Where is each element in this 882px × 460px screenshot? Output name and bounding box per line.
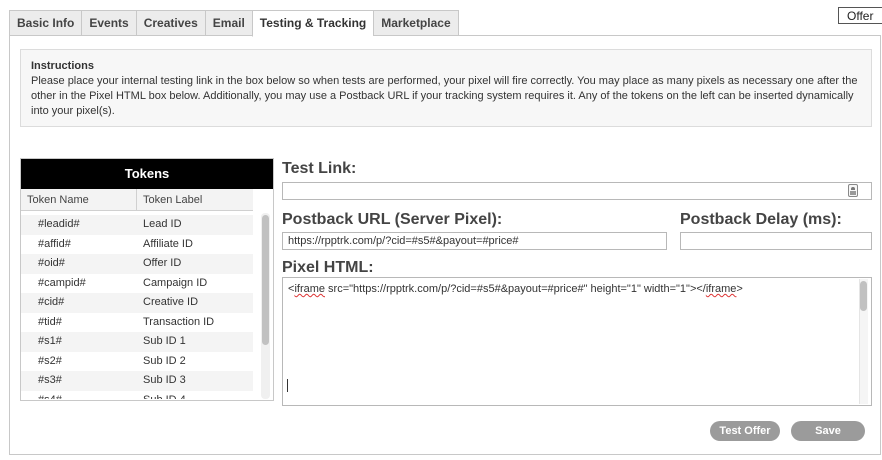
token-label: Sub ID 2: [143, 354, 186, 367]
tab-testing-tracking[interactable]: Testing & Tracking: [251, 10, 374, 37]
tokens-list: #leadid# Lead ID #affid# Affiliate ID #oid…: [21, 215, 253, 399]
token-row[interactable]: #s4#Sub ID 4: [21, 391, 253, 400]
token-label: Creative ID: [143, 296, 199, 308]
postback-url-label: Postback URL (Server Pixel):: [282, 211, 503, 228]
column-header-token-name[interactable]: Token Name: [21, 189, 137, 210]
tab-basic-info[interactable]: Basic Info: [9, 10, 82, 36]
token-row[interactable]: #tid# Transaction ID: [21, 313, 253, 333]
text-caret: [287, 379, 288, 392]
postback-delay-label: Postback Delay (ms):: [680, 211, 842, 228]
test-link-label: Test Link:: [282, 160, 357, 177]
pixel-html-scrollbar-thumb[interactable]: [860, 281, 867, 311]
token-label: Transaction ID: [143, 315, 215, 328]
postback-url-input[interactable]: [282, 232, 667, 250]
token-row[interactable]: #cid# Creative ID: [21, 293, 253, 313]
token-row[interactable]: #leadid# Lead ID: [21, 215, 253, 235]
postback-delay-input[interactable]: [680, 232, 872, 250]
tab-bar: Basic Info Events Creatives Email Testin…: [9, 10, 459, 37]
token-label: Campaign ID: [143, 276, 208, 289]
instructions-box: Instructions Please place your internal …: [20, 49, 872, 127]
tab-creatives[interactable]: Creatives: [135, 10, 205, 36]
token-name: #s3#: [38, 374, 62, 386]
tab-events[interactable]: Events: [81, 10, 136, 36]
token-row[interactable]: #campid# Campaign ID: [21, 274, 253, 294]
pixel-html-close-gt: >: [736, 283, 743, 295]
tokens-panel: Tokens Token Name Token Label #leadid# Le…: [20, 158, 274, 401]
tokens-scrollbar-thumb[interactable]: [262, 215, 269, 345]
token-row[interactable]: #s3# Sub ID 3: [21, 371, 253, 391]
tokens-column-headers: Token Name Token Label: [21, 189, 253, 211]
token-label: Sub ID 1: [143, 335, 186, 347]
token-name: #oid#: [38, 257, 65, 269]
contact-card-icon[interactable]: [848, 184, 858, 197]
offer-tab-label[interactable]: Offer: [838, 7, 882, 24]
token-label: Sub ID 4: [137, 391, 253, 400]
token-name: #tid#: [38, 315, 62, 328]
token-row[interactable]: #s1# Sub ID 1: [21, 332, 253, 352]
pixel-html-textarea[interactable]: <iframe src="https://rpptrk.com/p/?cid=#…: [282, 277, 872, 406]
testing-tracking-panel: Instructions Please place your internal …: [9, 35, 881, 455]
token-name: #leadid#: [38, 218, 80, 230]
token-name: #campid#: [38, 276, 86, 289]
token-name: #cid#: [38, 296, 65, 308]
token-label: Affiliate ID: [143, 237, 193, 250]
token-row[interactable]: #oid# Offer ID: [21, 254, 253, 274]
tokens-header: Tokens: [21, 159, 273, 189]
save-button[interactable]: Save: [791, 421, 865, 441]
token-label: Sub ID 3: [143, 374, 186, 386]
instructions-title: Instructions: [31, 60, 94, 72]
token-label: Lead ID: [143, 218, 182, 230]
token-row[interactable]: #affid# Affiliate ID: [21, 235, 253, 255]
token-row[interactable]: #s2# Sub ID 2: [21, 352, 253, 372]
test-link-input[interactable]: [282, 182, 872, 200]
pixel-html-close-tag: iframe: [705, 283, 737, 295]
test-offer-button[interactable]: Test Offer: [710, 421, 780, 441]
pixel-html-open-tag: iframe: [294, 283, 325, 295]
token-name: #s1#: [38, 335, 62, 347]
pixel-html-middle: src="https://rpptrk.com/p/?cid=#s5#&payo…: [325, 283, 706, 295]
instructions-text: Please place your internal testing link …: [31, 75, 858, 117]
token-name: #s4#: [21, 391, 137, 400]
pixel-html-label: Pixel HTML:: [282, 259, 374, 276]
token-name: #s2#: [38, 354, 62, 367]
column-header-token-label[interactable]: Token Label: [137, 189, 253, 210]
tab-marketplace[interactable]: Marketplace: [373, 10, 459, 36]
pixel-html-content: <iframe src="https://rpptrk.com/p/?cid=#…: [288, 282, 866, 296]
token-name: #affid#: [38, 237, 71, 250]
token-label: Offer ID: [143, 257, 182, 269]
tab-email[interactable]: Email: [204, 10, 252, 36]
